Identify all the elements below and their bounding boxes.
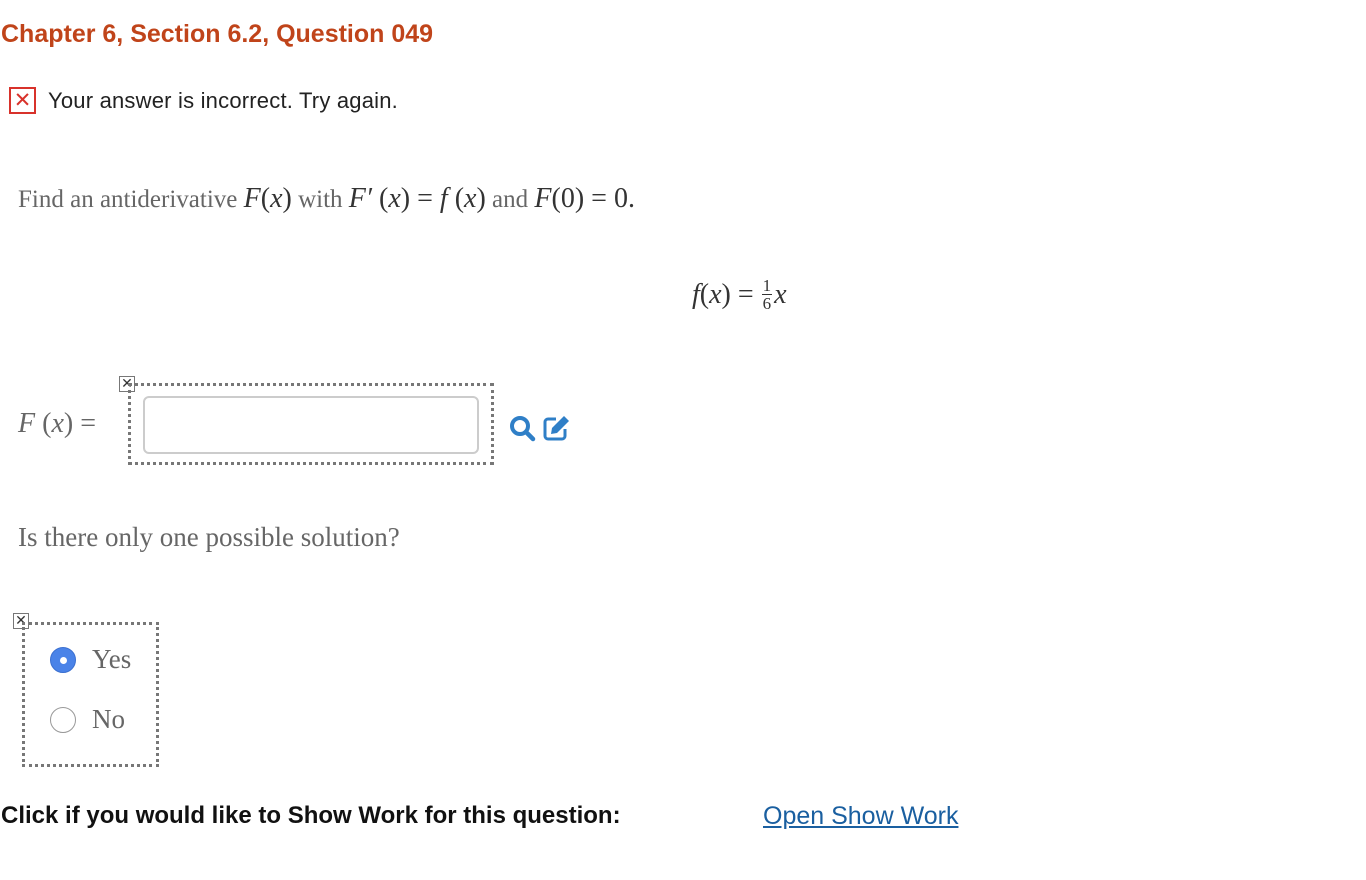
- question-2-text: Is there only one possible solution?: [18, 522, 400, 552]
- radio-label: No: [92, 704, 125, 734]
- math-var: x: [51, 408, 64, 439]
- math-var: f: [439, 183, 448, 214]
- math-var: F: [534, 183, 552, 214]
- feedback-message: Your answer is incorrect. Try again.: [48, 87, 398, 113]
- given-function: f (x) = 1 6 x: [692, 277, 787, 312]
- math-eq: ) =: [63, 408, 96, 439]
- math-var: x: [709, 278, 722, 310]
- radio-button-selected[interactable]: [50, 646, 76, 673]
- fraction: 1 6: [761, 276, 773, 313]
- prompt-text: and: [485, 186, 535, 213]
- page-title: Chapter 6, Section 6.2, Question 049: [1, 20, 434, 48]
- prompt-text: with: [291, 186, 349, 213]
- math-paren: (: [372, 183, 389, 214]
- math-var: x: [464, 183, 477, 214]
- math-paren: (: [447, 183, 465, 214]
- answer-label: F (x) =: [18, 408, 96, 440]
- feedback-banner: ✕ Your answer is incorrect. Try again.: [9, 87, 398, 114]
- radio-option-no[interactable]: No: [50, 704, 125, 735]
- x-mark-icon: ✕: [9, 87, 36, 114]
- math-eq: (0) = 0.: [551, 183, 635, 214]
- math-paren: (: [699, 278, 710, 310]
- math-eq: ) =: [721, 278, 754, 310]
- question-prompt: Find an antiderivative F(x) with F′ (x) …: [18, 183, 635, 215]
- radio-label: Yes: [92, 644, 132, 674]
- math-paren: ): [282, 183, 292, 214]
- show-work-prompt: Click if you would like to Show Work for…: [1, 802, 621, 829]
- fraction-denominator: 6: [762, 294, 772, 313]
- math-var: F′: [348, 183, 373, 214]
- math-var: F: [18, 408, 36, 439]
- math-eq: ) =: [400, 183, 440, 214]
- edit-icon[interactable]: [542, 414, 570, 442]
- answer-input[interactable]: [143, 396, 479, 454]
- math-paren: (: [35, 408, 52, 439]
- math-var: x: [774, 278, 787, 310]
- math-var: F: [243, 183, 261, 214]
- radio-option-yes[interactable]: Yes: [50, 644, 131, 675]
- open-show-work-link[interactable]: Open Show Work: [763, 802, 958, 831]
- math-var: f: [692, 278, 700, 310]
- math-paren: (: [260, 183, 271, 214]
- math-var: x: [270, 183, 283, 214]
- math-paren: ): [476, 183, 486, 214]
- search-icon[interactable]: [508, 414, 536, 442]
- math-var: x: [388, 183, 401, 214]
- prompt-text: Find an antiderivative: [18, 186, 244, 213]
- radio-button[interactable]: [50, 706, 76, 733]
- fraction-numerator: 1: [761, 276, 773, 295]
